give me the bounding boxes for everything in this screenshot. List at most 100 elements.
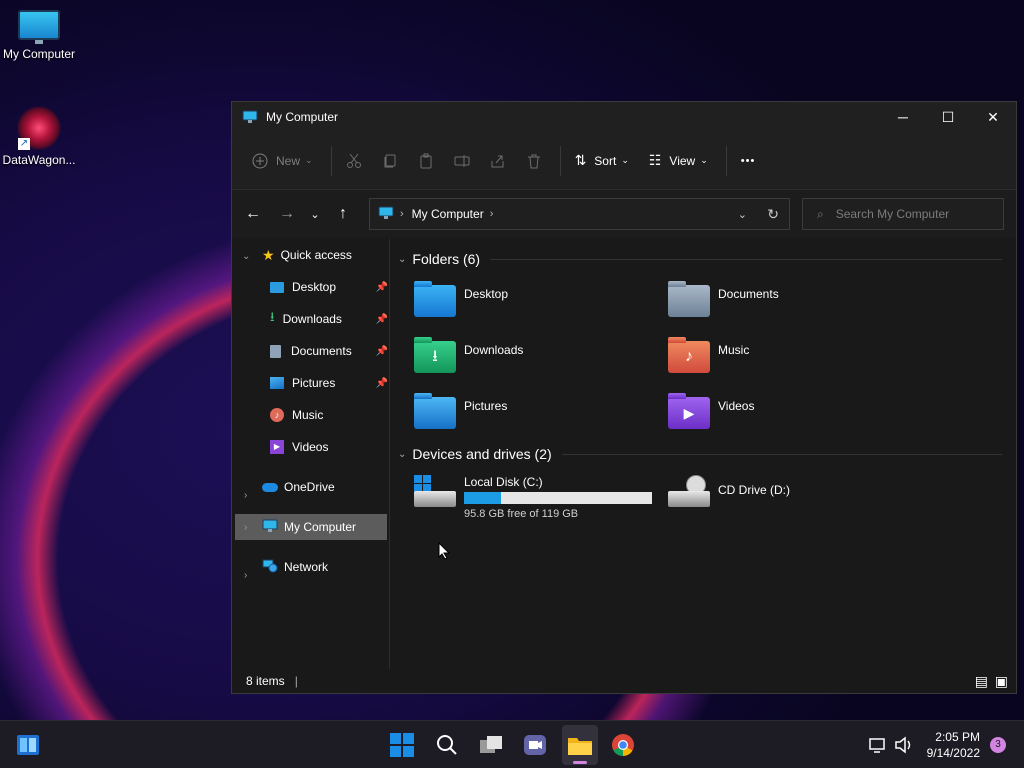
- sort-button[interactable]: ⇅ Sort ⌄: [567, 145, 637, 177]
- rename-button[interactable]: [446, 145, 478, 177]
- taskbar: 2:05 PM 9/14/2022 3: [0, 720, 1024, 768]
- minimize-button[interactable]: ─: [880, 102, 926, 132]
- notification-badge[interactable]: 3: [990, 737, 1006, 753]
- pin-icon: 📌: [375, 345, 388, 357]
- chrome-icon: [612, 734, 634, 756]
- network-icon: [262, 559, 278, 576]
- desktop-folder-icon: [414, 281, 456, 317]
- chevron-right-icon[interactable]: ›: [244, 490, 247, 501]
- details-view-icon[interactable]: ▤: [975, 673, 988, 690]
- rename-icon: [454, 154, 470, 167]
- drive-free-space: 95.8 GB free of 119 GB: [464, 508, 579, 520]
- sidebar-item-my-computer[interactable]: › My Computer: [235, 514, 387, 540]
- start-button[interactable]: [388, 731, 416, 759]
- chevron-down-icon[interactable]: ⌄: [242, 251, 250, 262]
- mouse-cursor-icon: [438, 542, 450, 560]
- toolbar-divider: [330, 145, 332, 176]
- videos-icon: ▶: [270, 440, 284, 454]
- folders-section-header[interactable]: ⌄ Folders (6): [398, 251, 1003, 267]
- folder-label: Desktop: [464, 287, 509, 301]
- tiles-view-icon[interactable]: ▣: [995, 673, 1008, 690]
- sidebar-item-pictures[interactable]: Pictures 📌: [270, 370, 388, 396]
- sidebar-item-network[interactable]: Network: [262, 554, 382, 580]
- paste-button[interactable]: [410, 145, 442, 177]
- monitor-icon: [378, 206, 394, 223]
- chevron-down-icon: ⌄: [700, 155, 708, 165]
- search-button[interactable]: [433, 731, 461, 759]
- new-button[interactable]: New ⌄: [244, 145, 321, 177]
- view-button[interactable]: ☷ View ⌄: [641, 145, 716, 177]
- drive-tile-cd-drive-d[interactable]: CD Drive (D:): [668, 475, 790, 509]
- desktop-icon-datawagon[interactable]: ↗ DataWagon...: [0, 106, 78, 167]
- chrome-button[interactable]: [609, 731, 637, 759]
- drive-usage-fill: [464, 492, 501, 504]
- maximize-button[interactable]: ☐: [925, 102, 971, 132]
- close-button[interactable]: ✕: [970, 102, 1016, 132]
- forward-button[interactable]: →: [272, 199, 302, 229]
- drive-tile-local-disk-c[interactable]: Local Disk (C:) 95.8 GB free of 119 GB: [414, 475, 652, 520]
- sidebar-item-onedrive[interactable]: OneDrive: [262, 474, 382, 500]
- sidebar-item-videos[interactable]: ▶ Videos: [270, 434, 388, 460]
- documents-folder-icon: [668, 281, 710, 317]
- task-view-button[interactable]: [477, 731, 505, 759]
- folder-tile-desktop[interactable]: Desktop: [414, 281, 509, 317]
- chevron-down-icon: ⌄: [398, 448, 407, 460]
- more-options-button[interactable]: •••: [733, 145, 764, 177]
- widgets-button[interactable]: [14, 731, 42, 759]
- windows-logo-icon: [390, 733, 414, 757]
- recent-locations-button[interactable]: ⌄: [302, 199, 328, 229]
- star-icon: ★: [262, 246, 275, 263]
- address-dropdown-icon[interactable]: ⌄: [738, 208, 747, 221]
- share-button[interactable]: [482, 145, 514, 177]
- sidebar-item-label: Videos: [292, 440, 329, 454]
- chevron-right-icon[interactable]: ›: [244, 522, 247, 533]
- sidebar-item-downloads[interactable]: ⭳ Downloads 📌: [270, 306, 388, 332]
- drives-section-header[interactable]: ⌄ Devices and drives (2): [398, 446, 1002, 462]
- delete-button[interactable]: [518, 145, 550, 177]
- file-explorer-taskbar-button[interactable]: [562, 725, 598, 765]
- desktop-icon-my-computer[interactable]: My Computer: [0, 10, 78, 61]
- chevron-down-icon: ⌄: [621, 155, 629, 165]
- breadcrumb-separator-icon[interactable]: ›: [490, 208, 494, 220]
- sort-label: Sort: [594, 153, 617, 168]
- search-box[interactable]: ⌕ Search My Computer: [802, 198, 1004, 230]
- network-status-icon[interactable]: [868, 731, 890, 759]
- sidebar-item-music[interactable]: ♪ Music: [270, 402, 388, 428]
- trash-icon: [527, 154, 540, 168]
- sidebar-item-documents[interactable]: Documents 📌: [270, 338, 388, 364]
- folder-tile-music[interactable]: ♪ Music: [668, 337, 749, 373]
- chevron-right-icon[interactable]: ›: [244, 570, 247, 581]
- up-button[interactable]: ↑: [328, 199, 358, 229]
- clock-time: 2:05 PM: [935, 730, 980, 744]
- drive-usage-bar: [464, 492, 652, 504]
- sidebar-item-label: Desktop: [292, 280, 337, 294]
- cut-button[interactable]: [338, 145, 370, 177]
- item-count: 8 items: [246, 674, 285, 688]
- system-clock[interactable]: 2:05 PM 9/14/2022: [927, 729, 980, 761]
- monitor-icon: [18, 10, 60, 44]
- copy-button[interactable]: [374, 145, 406, 177]
- teams-chat-button[interactable]: [521, 731, 549, 759]
- chevron-down-icon: ⌄: [305, 155, 313, 165]
- pin-icon: 📌: [375, 377, 388, 389]
- folder-tile-videos[interactable]: ▶ Videos: [668, 393, 754, 429]
- back-button[interactable]: ←: [238, 199, 268, 229]
- sidebar-item-quick-access[interactable]: ★ Quick access: [262, 242, 382, 268]
- drive-label: CD Drive (D:): [718, 483, 790, 497]
- folder-icon: [568, 738, 592, 755]
- folder-tile-pictures[interactable]: Pictures: [414, 393, 507, 429]
- copy-icon: [384, 154, 396, 167]
- sidebar-item-desktop[interactable]: Desktop 📌: [270, 274, 388, 300]
- monitor-icon: [242, 110, 258, 124]
- address-bar[interactable]: › My Computer › ⌄ ↻: [369, 198, 790, 230]
- status-separator: |: [294, 674, 298, 688]
- breadcrumb-my-computer[interactable]: My Computer: [412, 207, 484, 221]
- title-bar[interactable]: My Computer ─ ☐ ✕: [232, 102, 1016, 132]
- folder-tile-downloads[interactable]: ⭳ Downloads: [414, 337, 523, 373]
- navigation-bar: ← → ⌄ ↑ › My Computer › ⌄ ↻ ⌕ Search My …: [232, 190, 1016, 238]
- folder-tile-documents[interactable]: Documents: [668, 281, 779, 317]
- volume-icon[interactable]: [893, 731, 915, 759]
- task-view-icon: [480, 736, 502, 753]
- refresh-icon[interactable]: ↻: [767, 206, 779, 223]
- toolbar-divider: [725, 145, 727, 176]
